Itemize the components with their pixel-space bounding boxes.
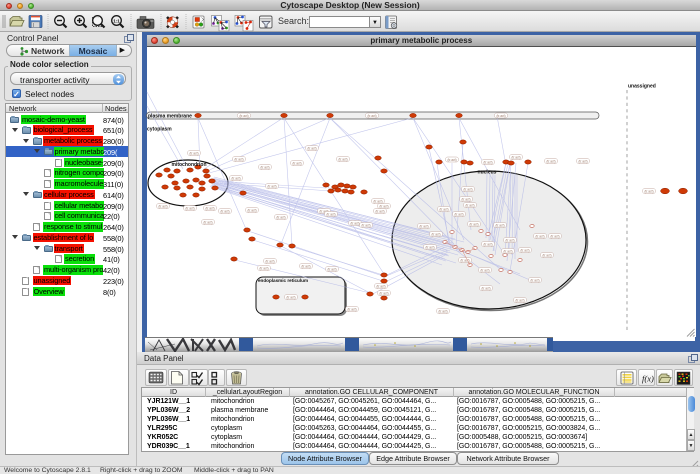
svg-text:f(x): f(x)	[642, 374, 654, 384]
svg-text:endoplasmic reticulum: endoplasmic reticulum	[258, 278, 308, 283]
svg-text:plasma membrane: plasma membrane	[148, 114, 192, 120]
svg-text:nucleus: nucleus	[478, 170, 497, 176]
svg-text:unassigned: unassigned	[628, 84, 656, 90]
svg-text:mitochondrion: mitochondrion	[172, 162, 207, 168]
svg-text:cytoplasm: cytoplasm	[147, 127, 172, 133]
svg-text:1:1: 1:1	[113, 19, 120, 24]
